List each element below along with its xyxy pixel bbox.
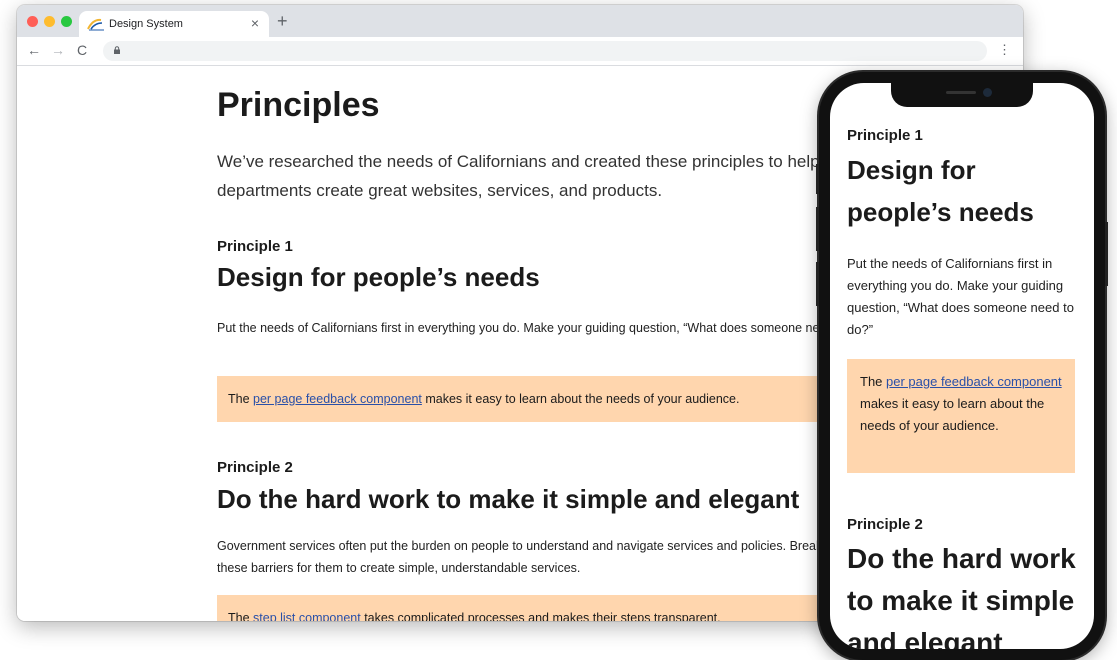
phone-volume-down [816, 262, 819, 306]
page-lead: We’ve researched the needs of California… [217, 152, 862, 200]
principle-1-heading: Design for people’s needs [217, 262, 540, 292]
camera-icon [983, 88, 992, 97]
principle-2-kicker: Principle 2 [217, 459, 293, 476]
phone-power-button [1105, 222, 1108, 286]
tab-title: Design System [109, 18, 183, 30]
callout-text: The [228, 611, 254, 621]
mobile-principle-2-kicker: Principle 2 [847, 516, 923, 533]
mobile-principle-1-kicker: Principle 1 [847, 127, 923, 144]
minimize-window-button[interactable] [44, 16, 55, 27]
principle-1-callout: The per page feedback component makes it… [217, 376, 877, 422]
phone-volume-up [816, 207, 819, 251]
lock-icon [114, 46, 120, 54]
tab-bar: Design System × + [17, 5, 1023, 37]
ca-logo-icon [87, 18, 104, 31]
mobile-principle-1-text: Put the needs of Californians first in e… [847, 256, 1074, 337]
principle-2-callout: The step list component takes complicate… [217, 595, 877, 621]
tab-design-system[interactable]: Design System × [79, 11, 269, 37]
maximize-window-button[interactable] [61, 16, 72, 27]
per-page-feedback-link[interactable]: per page feedback component [253, 392, 422, 406]
callout-text: takes complicated processes and makes th… [360, 611, 721, 621]
principle-2-text: Government services often put the burden… [217, 539, 856, 575]
callout-text: The [860, 374, 887, 389]
callout-text: makes it easy to learn about the needs o… [860, 396, 1045, 433]
mobile-principle-1-heading: Design for people’s needs [847, 155, 1034, 227]
kebab-menu-icon[interactable]: ⋮ [998, 42, 1011, 58]
speaker-icon [946, 91, 976, 94]
close-icon[interactable]: × [251, 15, 259, 31]
mobile-principle-2-heading: Do the hard work to make it simple and e… [847, 543, 1076, 649]
callout-text: makes it easy to learn about the needs o… [421, 392, 740, 406]
phone-notch [891, 83, 1033, 107]
mobile-per-page-feedback-link[interactable]: per page feedback component [886, 374, 1062, 389]
principle-1-kicker: Principle 1 [217, 238, 293, 255]
page-title: Principles [217, 86, 380, 124]
principle-1-text: Put the needs of Californians first in e… [217, 321, 876, 335]
browser-toolbar: ← → C ⋮ [17, 37, 1023, 66]
phone-screen: Principle 1 Design for people’s needs Pu… [830, 83, 1094, 649]
back-arrow-icon[interactable]: ← [27, 42, 41, 58]
close-window-button[interactable] [27, 16, 38, 27]
mobile-principle-1-callout: The per page feedback component makes it… [847, 359, 1075, 473]
phone-mute-switch [816, 164, 819, 194]
plus-icon[interactable]: + [277, 11, 288, 32]
principle-2-heading: Do the hard work to make it simple and e… [217, 484, 800, 514]
step-list-link[interactable]: step list component [253, 611, 361, 621]
callout-text: The [228, 392, 254, 406]
phone-frame: Principle 1 Design for people’s needs Pu… [816, 72, 1108, 660]
address-bar[interactable] [103, 41, 987, 61]
reload-icon[interactable]: C [77, 42, 87, 58]
forward-arrow-icon[interactable]: → [51, 42, 65, 58]
